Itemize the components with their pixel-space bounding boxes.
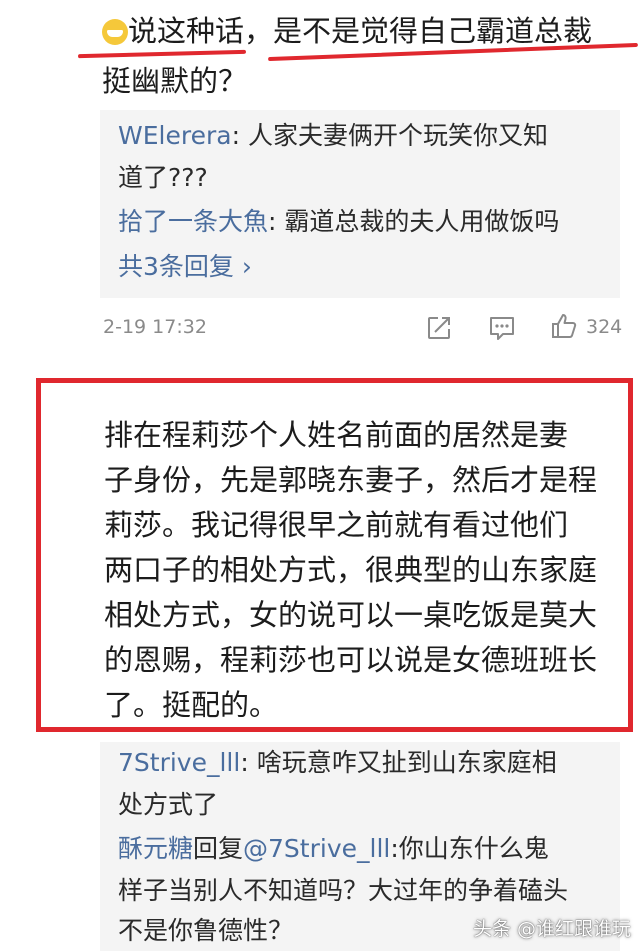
- share-icon[interactable]: [426, 315, 452, 341]
- comment-line: 两口子的相处方式，很典型的山东家庭: [104, 553, 598, 587]
- reply-block-1: WElerera: 人家夫妻俩开个玩笑你又知 道了??? 拾了一条大魚: 霸道总…: [100, 110, 620, 298]
- reply-item[interactable]: 7Strive_lll: 啥玩意咋又扯到山东家庭相: [118, 742, 557, 784]
- comment-line: 相处方式，女的说可以一桌吃饭是莫大: [104, 598, 598, 632]
- reply-item[interactable]: WElerera: 人家夫妻俩开个玩笑你又知: [118, 115, 548, 157]
- more-replies-link[interactable]: 共3条回复 ›: [118, 246, 252, 288]
- crying-face-icon: [102, 19, 128, 45]
- like-count: 324: [586, 316, 623, 338]
- reply-username[interactable]: 7Strive_lll: [118, 748, 240, 777]
- like-thumb-icon[interactable]: [550, 312, 578, 340]
- reply-username[interactable]: 酥元糖: [118, 834, 193, 863]
- comment-line: 排在程莉莎个人姓名前面的居然是妻: [104, 418, 569, 452]
- comment-line: 莉莎。我记得很早之前就有看过他们: [104, 508, 569, 542]
- reply-item-continued: 不是你鲁德性？: [118, 916, 294, 945]
- reply-item[interactable]: 酥元糖回复@7Strive_lll:你山东什么鬼: [118, 828, 549, 870]
- comment-icon[interactable]: [488, 315, 516, 341]
- reply-username[interactable]: 拾了一条大魚: [118, 207, 268, 236]
- watermark: 头条 @谁红跟谁玩: [472, 918, 631, 940]
- reply-mention[interactable]: @7Strive_lll: [243, 834, 390, 863]
- comment-line: 了。挺配的。: [104, 688, 279, 722]
- comment-line: 的恩赐，程莉莎也可以说是女德班班长: [104, 643, 598, 677]
- comment-timestamp: 2-19 17:32: [103, 316, 207, 338]
- reply-item-continued: 处方式了: [118, 790, 219, 819]
- reply-item-continued: 道了???: [118, 163, 208, 192]
- comment-line: 子身份，先是郭晓东妻子，然后才是程: [104, 463, 598, 497]
- reply-item[interactable]: 拾了一条大魚: 霸道总裁的夫人用做饭吗: [118, 201, 559, 243]
- reply-username[interactable]: WElerera: [118, 121, 232, 150]
- top-comment-line-2: 挺幽默的？: [102, 64, 248, 98]
- reply-item-continued: 样子当别人不知道吗？大过年的争着磕头: [118, 876, 569, 905]
